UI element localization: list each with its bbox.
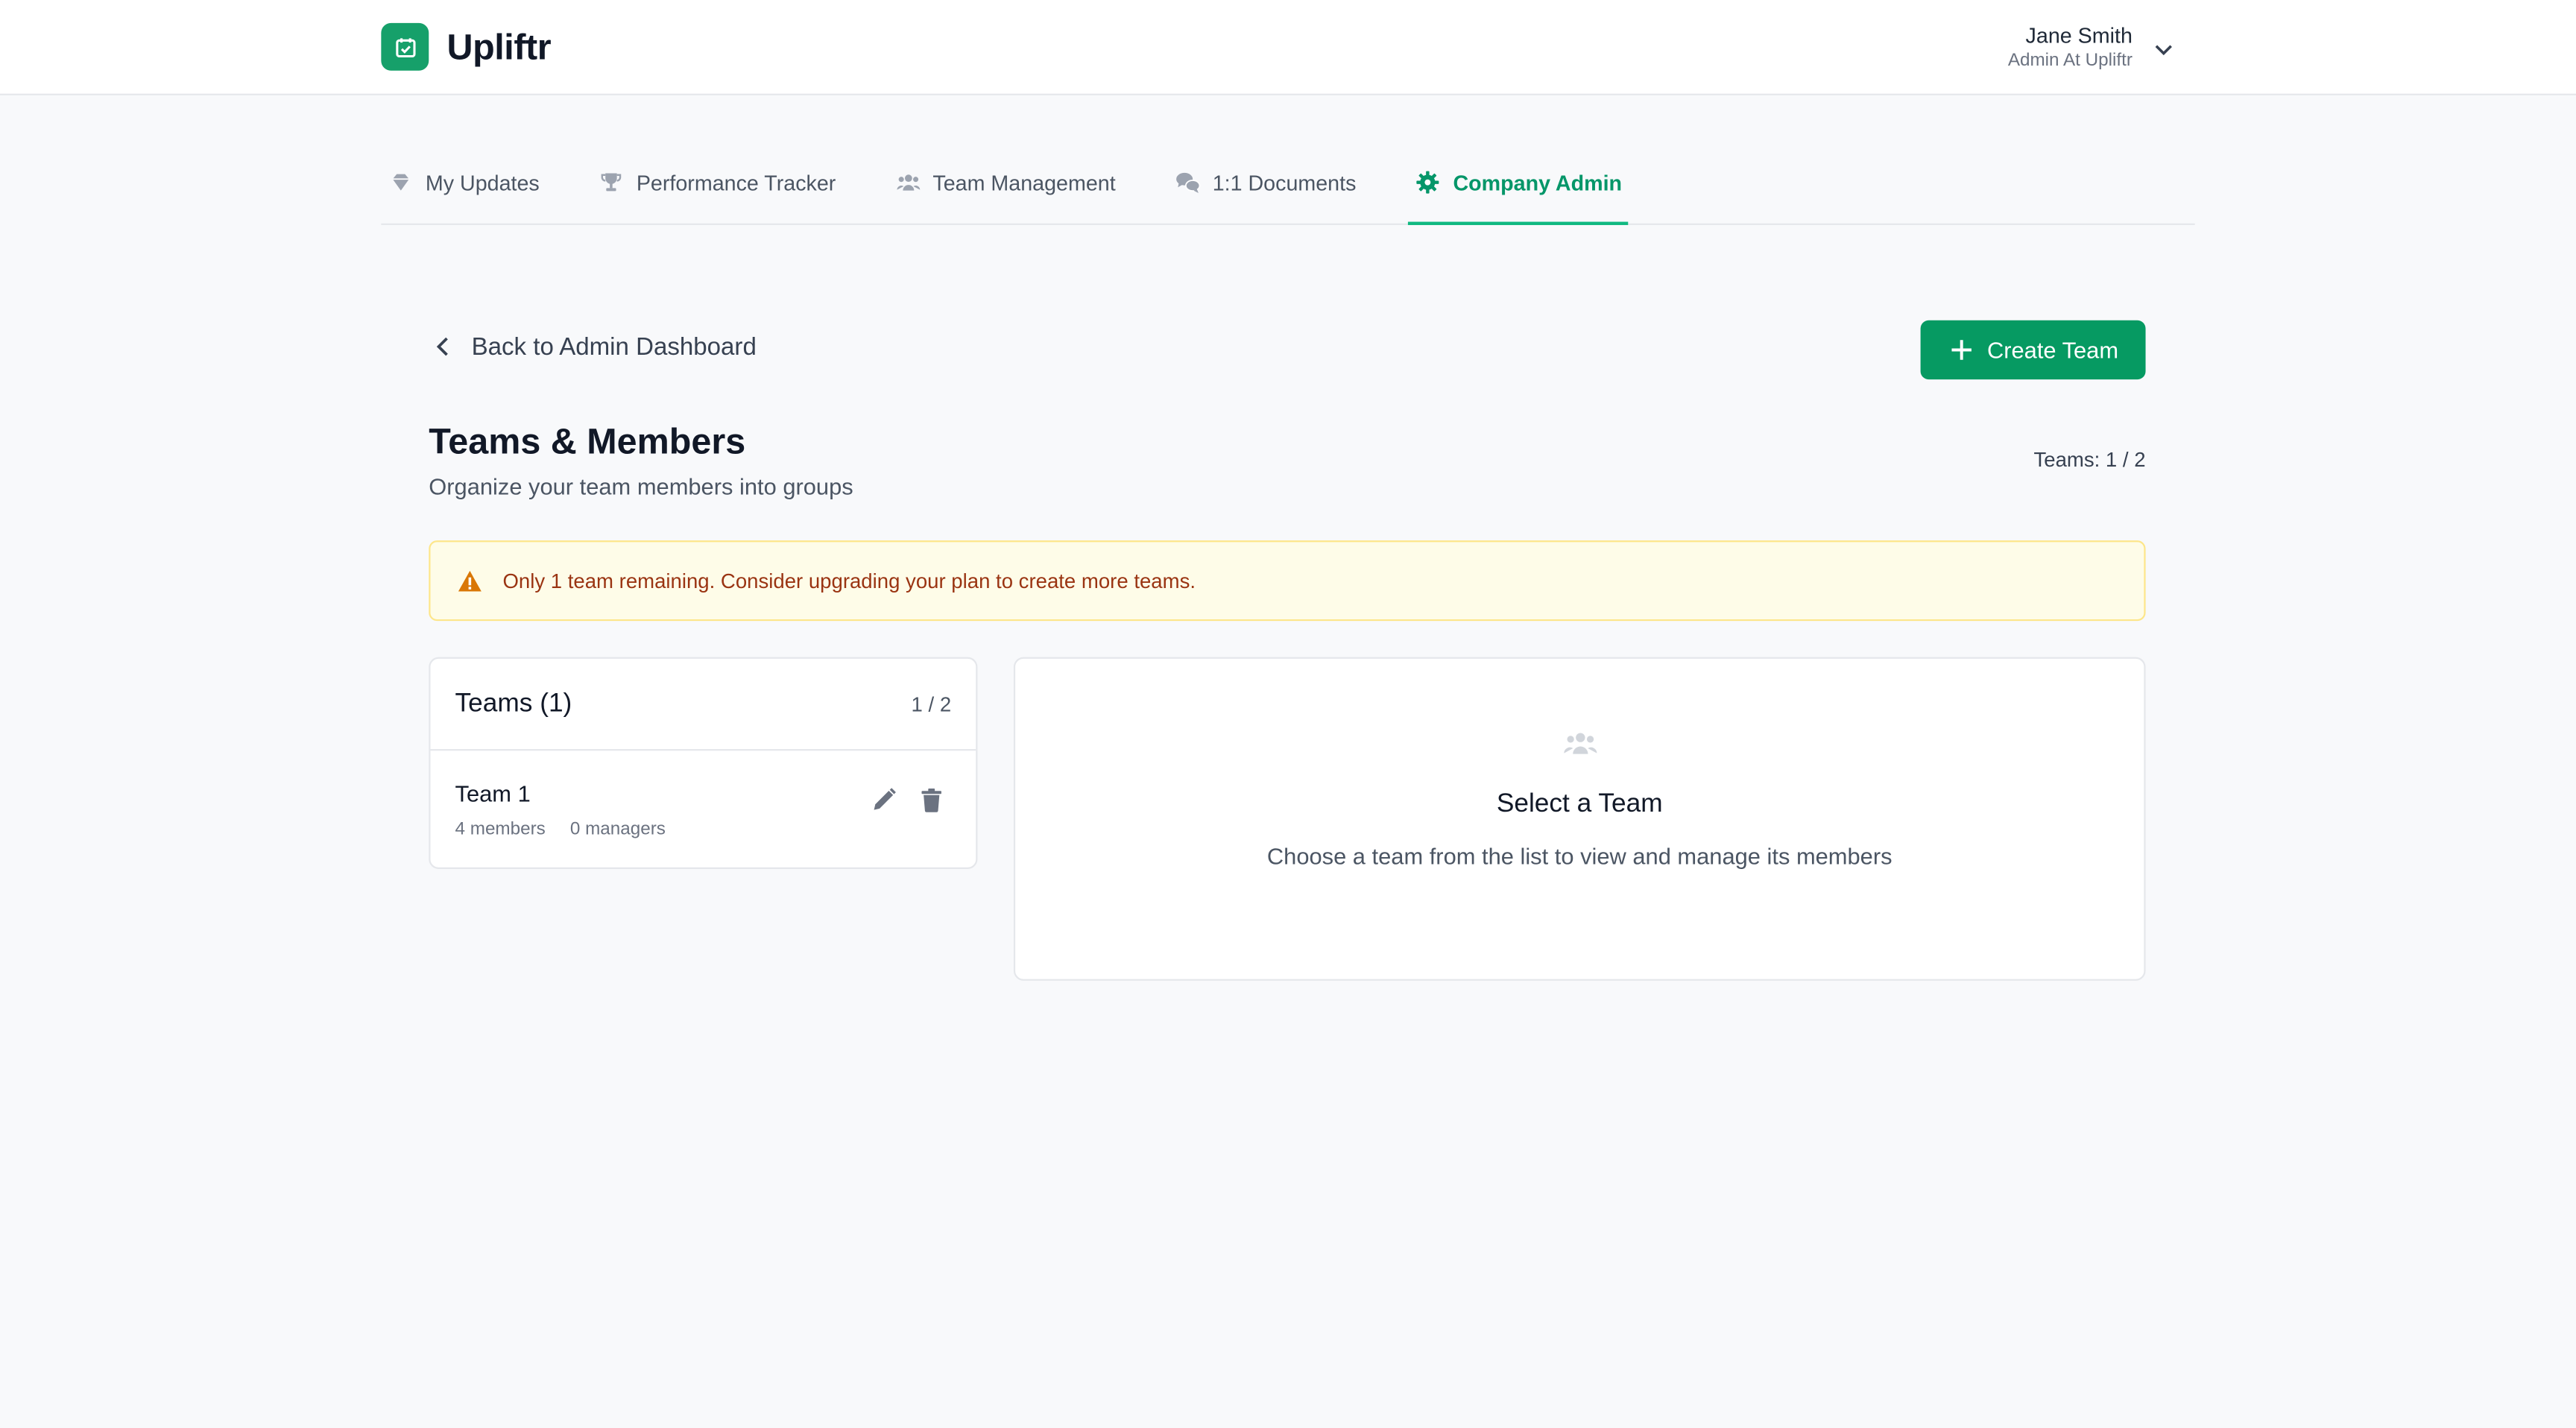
chat-bubbles-icon	[1175, 169, 1201, 195]
tab-label: Performance Tracker	[636, 170, 836, 195]
main-tabs: My Updates Performance Tracker Team Mana…	[381, 158, 2195, 225]
team-list-item[interactable]: Team 1 4 members 0 managers	[430, 751, 976, 869]
pencil-icon[interactable]	[869, 786, 899, 815]
teams-list-panel: Teams (1) 1 / 2 Team 1 4 members 0 manag…	[429, 657, 978, 869]
app-root: Upliftr Jane Smith Admin At Upliftr My U…	[0, 0, 2576, 1428]
team-detail-panel: Select a Team Choose a team from the lis…	[1013, 657, 2146, 981]
tab-label: Company Admin	[1453, 170, 1623, 195]
users-icon	[1562, 730, 1598, 759]
tab-label: 1:1 Documents	[1212, 170, 1357, 195]
teams-list-title: Teams (1)	[455, 689, 572, 718]
team-member-count: 4 members	[455, 819, 546, 840]
create-team-label: Create Team	[1986, 336, 2119, 364]
empty-state-title: Select a Team	[1496, 790, 1663, 818]
page-subtitle: Organize your team members into groups	[429, 473, 853, 500]
tab-one-on-one-documents[interactable]: 1:1 Documents	[1168, 158, 1363, 207]
gem-icon	[388, 169, 414, 195]
team-row-actions	[851, 786, 947, 815]
create-team-button[interactable]: Create Team	[1920, 320, 2146, 380]
chevron-down-icon[interactable]	[2150, 36, 2176, 62]
plus-icon	[1948, 337, 1974, 363]
teams-usage-count: Teams: 1 / 2	[2033, 448, 2146, 472]
trash-icon[interactable]	[917, 786, 947, 815]
user-role: Admin At Upliftr	[2007, 51, 2133, 71]
chevron-left-icon	[429, 332, 458, 361]
gear-icon	[1415, 169, 1442, 195]
tab-team-management[interactable]: Team Management	[888, 158, 1123, 207]
trophy-icon	[599, 169, 625, 195]
team-manager-count: 0 managers	[569, 819, 666, 840]
empty-state-subtitle: Choose a team from the list to view and …	[1266, 842, 1892, 869]
tab-my-updates[interactable]: My Updates	[381, 158, 546, 207]
app-name: Upliftr	[446, 25, 552, 67]
team-meta: 4 members 0 managers	[455, 820, 952, 839]
teams-list-count: 1 / 2	[911, 692, 952, 715]
tab-performance-tracker[interactable]: Performance Tracker	[592, 158, 842, 207]
user-menu[interactable]: Jane Smith Admin At Upliftr	[2008, 23, 2133, 71]
top-header: Upliftr Jane Smith Admin At Upliftr	[0, 0, 2576, 95]
plan-limit-warning: Only 1 team remaining. Consider upgradin…	[429, 540, 2146, 622]
warning-triangle-icon	[457, 568, 483, 594]
back-to-admin-dashboard-link[interactable]: Back to Admin Dashboard	[429, 332, 757, 361]
user-name: Jane Smith	[2025, 22, 2133, 48]
tab-label: Team Management	[932, 170, 1116, 195]
page-title: Teams & Members	[429, 420, 746, 462]
app-logo[interactable]: Upliftr	[381, 22, 552, 71]
tab-company-admin[interactable]: Company Admin	[1408, 158, 1629, 225]
users-icon	[895, 169, 921, 195]
teams-list-header: Teams (1) 1 / 2	[430, 659, 976, 751]
calendar-check-icon	[381, 22, 429, 71]
tab-label: My Updates	[425, 170, 540, 195]
warning-text: Only 1 team remaining. Consider upgradin…	[502, 569, 1196, 593]
back-link-label: Back to Admin Dashboard	[471, 332, 757, 361]
